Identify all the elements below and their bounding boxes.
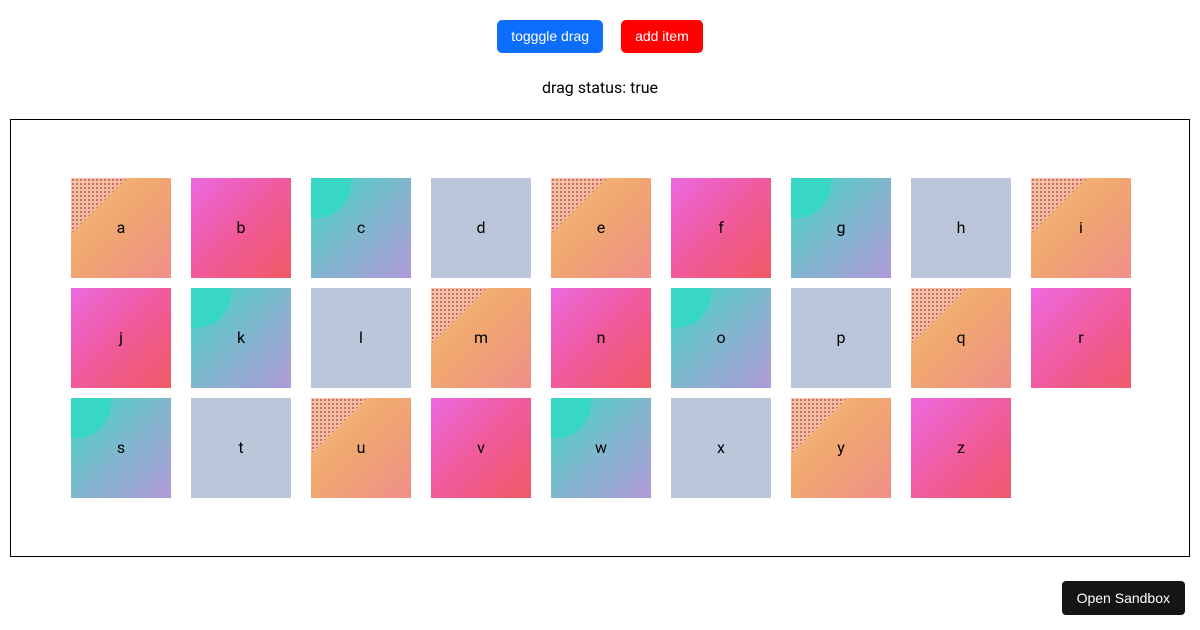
tile-label: k [237, 328, 245, 347]
tile-label: x [717, 438, 725, 457]
tile-u[interactable]: u [311, 398, 411, 498]
status-value: true [630, 78, 658, 97]
drag-status-text: drag status: true [0, 78, 1200, 97]
tile-w[interactable]: w [551, 398, 651, 498]
tile-i[interactable]: i [1031, 178, 1131, 278]
tile-n[interactable]: n [551, 288, 651, 388]
open-sandbox-button[interactable]: Open Sandbox [1062, 581, 1185, 615]
tile-h[interactable]: h [911, 178, 1011, 278]
add-item-button[interactable]: add item [621, 20, 703, 53]
tile-label: j [119, 328, 123, 347]
tile-label: o [716, 328, 725, 347]
tile-c[interactable]: c [311, 178, 411, 278]
toolbar: togggle drag add item [0, 0, 1200, 53]
tile-label: h [957, 218, 966, 237]
tile-t[interactable]: t [191, 398, 291, 498]
tile-label: e [597, 218, 605, 237]
tile-q[interactable]: q [911, 288, 1011, 388]
tile-j[interactable]: j [71, 288, 171, 388]
tile-grid: a b c d e f g h i j k l m n o p q r s t u v w x y z [71, 178, 1129, 498]
tile-label: v [477, 438, 485, 457]
tile-e[interactable]: e [551, 178, 651, 278]
tile-o[interactable]: o [671, 288, 771, 388]
tile-label: q [956, 328, 965, 347]
tile-label: i [1079, 218, 1083, 237]
tile-label: a [117, 218, 126, 237]
tile-d[interactable]: d [431, 178, 531, 278]
tile-label: w [595, 438, 607, 457]
tile-label: p [837, 328, 846, 347]
tile-label: y [837, 438, 845, 457]
tile-label: u [357, 438, 366, 457]
tile-z[interactable]: z [911, 398, 1011, 498]
tile-label: r [1078, 328, 1083, 347]
tile-label: b [237, 218, 246, 237]
tile-label: l [359, 328, 363, 347]
tile-v[interactable]: v [431, 398, 531, 498]
tile-s[interactable]: s [71, 398, 171, 498]
tile-label: d [476, 218, 485, 237]
tile-a[interactable]: a [71, 178, 171, 278]
tile-y[interactable]: y [791, 398, 891, 498]
tile-label: f [718, 218, 724, 237]
tile-g[interactable]: g [791, 178, 891, 278]
tile-label: m [474, 328, 488, 347]
tile-l[interactable]: l [311, 288, 411, 388]
tile-label: c [357, 218, 365, 237]
tile-p[interactable]: p [791, 288, 891, 388]
tile-r[interactable]: r [1031, 288, 1131, 388]
tile-k[interactable]: k [191, 288, 291, 388]
tile-b[interactable]: b [191, 178, 291, 278]
drag-board: a b c d e f g h i j k l m n o p q r s t u v w x y z [10, 119, 1190, 557]
tile-label: n [597, 328, 606, 347]
tile-label: z [957, 438, 965, 457]
tile-label: g [837, 218, 846, 237]
tile-label: s [117, 438, 125, 457]
status-prefix: drag status: [542, 78, 630, 97]
tile-x[interactable]: x [671, 398, 771, 498]
toggle-drag-button[interactable]: togggle drag [497, 20, 603, 53]
tile-f[interactable]: f [671, 178, 771, 278]
tile-m[interactable]: m [431, 288, 531, 388]
tile-label: t [238, 438, 243, 457]
